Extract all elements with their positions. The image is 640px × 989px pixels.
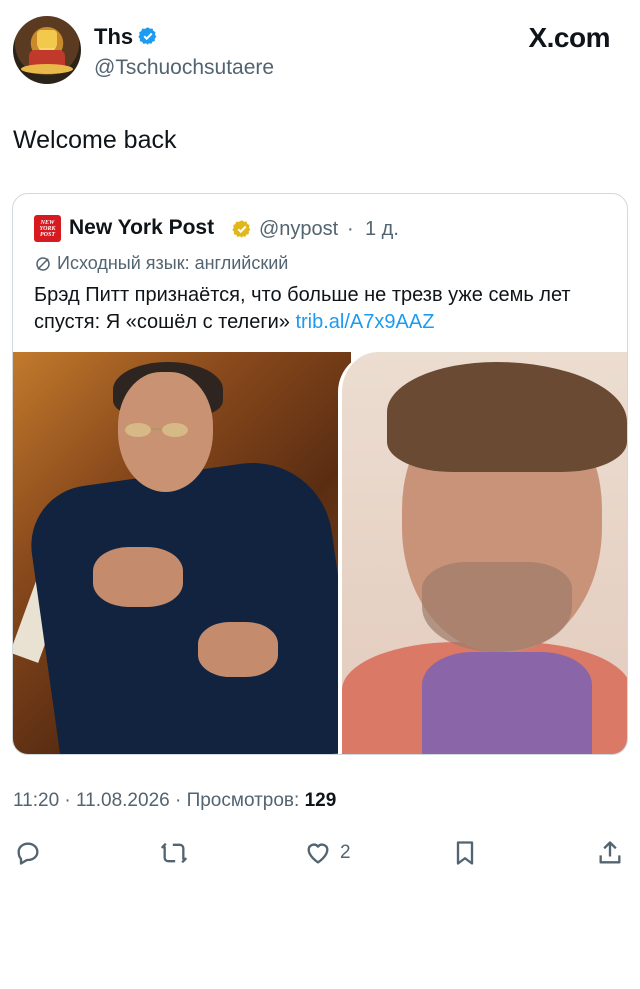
nypost-logo: NEW YORK POST [34, 215, 61, 242]
translate-icon [36, 257, 50, 271]
author-name[interactable]: Ths [94, 24, 133, 50]
bookmark-button[interactable] [451, 833, 479, 873]
quoted-time[interactable]: 1 д. [365, 218, 399, 241]
bookmark-icon [456, 841, 474, 865]
views-count: 129 [304, 790, 337, 811]
like-count: 2 [340, 842, 351, 863]
reply-icon [17, 842, 39, 865]
quoted-link[interactable]: trib.al/A7x9AAZ [295, 311, 434, 333]
separator-dot: · [347, 218, 354, 240]
original-language-note[interactable]: Исходный язык: английский [57, 253, 288, 274]
avatar[interactable] [13, 16, 81, 84]
quoted-handle[interactable]: @nypost [259, 218, 338, 241]
share-button[interactable] [596, 833, 624, 873]
tweet-text: Welcome back [13, 126, 177, 154]
action-bar: 2 [0, 833, 640, 873]
reply-button[interactable] [14, 833, 42, 873]
gold-verified-icon [232, 220, 251, 238]
photo-right[interactable] [338, 352, 627, 754]
share-icon [599, 841, 621, 864]
verified-badge-icon [138, 27, 157, 45]
author-handle[interactable]: @Tschuochsutaere [94, 56, 274, 80]
photo-left[interactable] [13, 352, 351, 754]
like-button[interactable]: 2 [304, 833, 351, 873]
repost-icon [161, 842, 187, 864]
quoted-author-name[interactable]: New York Post [69, 216, 214, 240]
timestamp-and-views-label: 11:20 · 11.08.2026 · Просмотров: [13, 790, 305, 811]
tweet-meta: 11:20 · 11.08.2026 · Просмотров: 129 [13, 790, 336, 812]
repost-button[interactable] [160, 833, 188, 873]
heart-icon [307, 843, 329, 864]
site-watermark: X.com [528, 22, 610, 53]
quoted-tweet[interactable]: NEW YORK POST New York Post @nypost · 1 … [12, 193, 628, 755]
quoted-text: Брэд Питт признаётся, что больше не трез… [34, 282, 619, 336]
